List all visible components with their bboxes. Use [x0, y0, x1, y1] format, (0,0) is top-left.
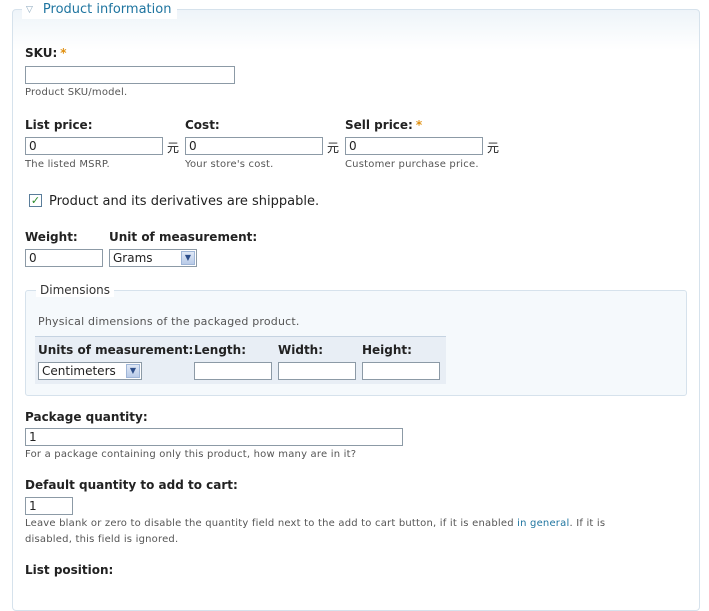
fieldset-legend-label[interactable]: Product information — [43, 1, 172, 19]
cost-label: Cost: — [185, 118, 220, 132]
package-quantity-input[interactable]: 1 — [25, 428, 403, 446]
weight-unit-select[interactable]: Grams ▼ — [109, 249, 197, 267]
sku-description: Product SKU/model. — [25, 87, 128, 98]
sell-price-currency: 元 — [487, 141, 500, 155]
required-marker: * — [60, 46, 67, 60]
sell-price-description: Customer purchase price. — [345, 159, 479, 170]
dimensions-legend: Dimensions — [36, 283, 115, 297]
list-price-input[interactable]: 0 — [25, 137, 163, 155]
package-quantity-description: For a package containing only this produ… — [25, 449, 357, 460]
dimension-units-select[interactable]: Centimeters ▼ — [38, 362, 142, 380]
dimensions-description: Physical dimensions of the packaged prod… — [38, 315, 300, 328]
list-price-description: The listed MSRP. — [25, 159, 110, 170]
chevron-down-icon[interactable]: ▼ — [126, 364, 140, 378]
width-input[interactable] — [278, 362, 356, 380]
shippable-checkbox[interactable]: ✓ — [29, 194, 42, 207]
height-label: Height: — [362, 343, 412, 357]
default-quantity-description-line2: disabled, this field is ignored. — [25, 534, 179, 545]
sell-price-label: Sell price: * — [345, 118, 423, 132]
chevron-down-icon[interactable]: ▼ — [181, 251, 195, 265]
required-marker: * — [415, 118, 423, 132]
length-label: Length: — [194, 343, 246, 357]
sku-input[interactable] — [25, 66, 235, 84]
default-quantity-input[interactable]: 1 — [25, 497, 73, 515]
dimension-units-label: Units of measurement: — [38, 343, 194, 357]
cost-input[interactable]: 0 — [185, 137, 323, 155]
default-quantity-label: Default quantity to add to cart: — [25, 478, 238, 492]
width-label: Width: — [278, 343, 324, 357]
list-price-currency: 元 — [167, 141, 180, 155]
cost-description: Your store's cost. — [185, 159, 274, 170]
sell-price-input[interactable]: 0 — [345, 137, 483, 155]
list-position-label: List position: — [25, 563, 114, 577]
sku-label: SKU: * — [25, 46, 67, 60]
length-input[interactable] — [194, 362, 272, 380]
in-general-link[interactable]: in general — [517, 518, 569, 529]
list-price-label: List price: — [25, 118, 93, 132]
weight-input[interactable]: 0 — [25, 249, 103, 267]
weight-label: Weight: — [25, 230, 78, 244]
fieldset-legend[interactable]: ▽ Product information — [22, 1, 178, 19]
height-input[interactable] — [362, 362, 440, 380]
shippable-label[interactable]: Product and its derivatives are shippabl… — [49, 194, 319, 209]
cost-currency: 元 — [327, 141, 340, 155]
package-quantity-label: Package quantity: — [25, 410, 148, 424]
collapse-triangle-icon[interactable]: ▽ — [26, 1, 33, 19]
weight-unit-label: Unit of measurement: — [109, 230, 258, 244]
default-quantity-description: Leave blank or zero to disable the quant… — [25, 518, 606, 529]
